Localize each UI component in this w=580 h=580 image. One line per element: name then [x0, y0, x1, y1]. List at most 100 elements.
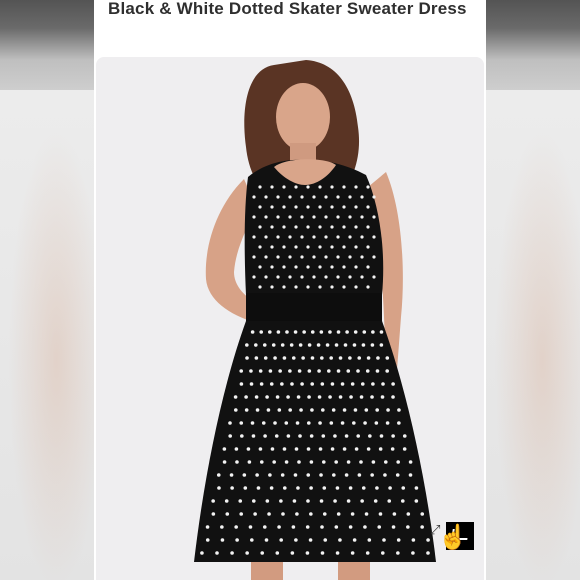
dress-dot — [282, 265, 286, 269]
dress-dot — [379, 434, 384, 438]
dress-dot — [320, 525, 324, 529]
dress-dot — [342, 265, 346, 269]
dress-dot — [290, 382, 294, 386]
dress-dot — [330, 265, 334, 269]
dress-dot — [408, 460, 413, 464]
dress-dot — [280, 473, 285, 477]
dress-dot — [362, 330, 367, 334]
dress-dot — [348, 195, 352, 199]
dress-dot — [397, 408, 401, 412]
dress-dot — [338, 356, 343, 360]
hand-pointer-icon: ☝ — [438, 524, 468, 551]
dress-dot — [251, 434, 256, 438]
dress-dot — [267, 512, 271, 516]
dress-illustration — [194, 60, 436, 580]
dress-dot — [348, 235, 352, 239]
dress-dot — [348, 525, 353, 529]
dress-dot — [225, 512, 230, 516]
dress-dot — [258, 369, 263, 373]
dress-dot — [264, 235, 268, 239]
dress-dot — [411, 538, 416, 542]
dress-dot — [340, 421, 345, 425]
dress-dot — [308, 538, 313, 542]
dress-dot — [330, 285, 334, 289]
dress-dot — [360, 382, 365, 386]
dress-dot — [342, 447, 347, 451]
dress-dot — [271, 343, 276, 347]
dress-dot — [342, 205, 346, 209]
dress-dot — [366, 285, 370, 289]
dress-dot — [372, 275, 376, 279]
dress-dot — [262, 343, 267, 347]
dress-dot — [352, 421, 356, 425]
dress-dot — [270, 447, 275, 451]
product-photo[interactable] — [96, 57, 484, 580]
dress-dot — [312, 215, 316, 219]
dress-dot — [205, 525, 210, 529]
dress-dot — [279, 538, 283, 542]
dress-dot — [288, 255, 292, 259]
dress-dot — [253, 343, 258, 347]
dress-dot — [354, 205, 358, 209]
dress-dot — [318, 205, 322, 209]
dress-dot — [349, 395, 353, 399]
dress-dot — [294, 225, 298, 229]
dress-dot — [360, 275, 364, 279]
dress-dot — [258, 205, 262, 209]
dress-dot — [254, 395, 259, 399]
dress-dot — [373, 499, 378, 503]
dress-dot — [243, 486, 248, 490]
dress-dot — [317, 395, 322, 399]
dress-dot — [342, 408, 347, 412]
dress-dot — [346, 369, 351, 373]
dress-dot — [348, 215, 352, 219]
dress-dot — [295, 421, 300, 425]
dress-dot — [354, 447, 359, 451]
dress-dot — [306, 499, 310, 503]
dress-dot — [327, 369, 331, 373]
dress-dot — [392, 512, 397, 516]
dress-dot — [318, 447, 323, 451]
dress-dot — [300, 215, 304, 219]
dress-dot — [269, 486, 274, 490]
dress-dot — [275, 551, 280, 555]
dress-dot — [324, 215, 328, 219]
dress-dot — [265, 499, 270, 503]
dress-dot — [230, 551, 234, 555]
dress-dot — [260, 551, 265, 555]
dress-dot — [332, 473, 336, 477]
dress-dot — [328, 395, 332, 399]
dress-dot — [402, 447, 407, 451]
dress-dot — [244, 408, 249, 412]
dress-dot — [229, 473, 234, 477]
dress-dot — [375, 408, 379, 412]
dress-dot — [342, 245, 346, 249]
dress-dot — [276, 195, 280, 199]
dress-dot — [400, 499, 405, 503]
dress-dot — [258, 185, 262, 189]
dress-dot — [302, 330, 306, 334]
dress-dot — [252, 275, 256, 279]
dress-dot — [350, 512, 355, 516]
dress-dot — [275, 395, 280, 399]
dress-dot — [244, 395, 248, 399]
dress-dot — [390, 447, 395, 451]
dress-dot — [360, 499, 364, 503]
dress-dot — [342, 225, 346, 229]
dress-dot — [336, 255, 340, 259]
dress-dot — [309, 460, 314, 464]
dress-dot — [352, 538, 357, 542]
dress-dot — [216, 473, 221, 477]
dress-dot — [289, 343, 294, 347]
dress-dot — [300, 235, 304, 239]
dress-dot — [359, 395, 364, 399]
dress-dot — [359, 460, 363, 464]
dress-dot — [291, 356, 296, 360]
dress-dot — [346, 460, 351, 464]
dress-dot — [343, 343, 348, 347]
dress-dot — [278, 369, 282, 373]
dress-dot — [379, 343, 384, 347]
dress-dot — [312, 235, 316, 239]
dress-dot — [378, 512, 383, 516]
dress-dot — [348, 486, 353, 490]
